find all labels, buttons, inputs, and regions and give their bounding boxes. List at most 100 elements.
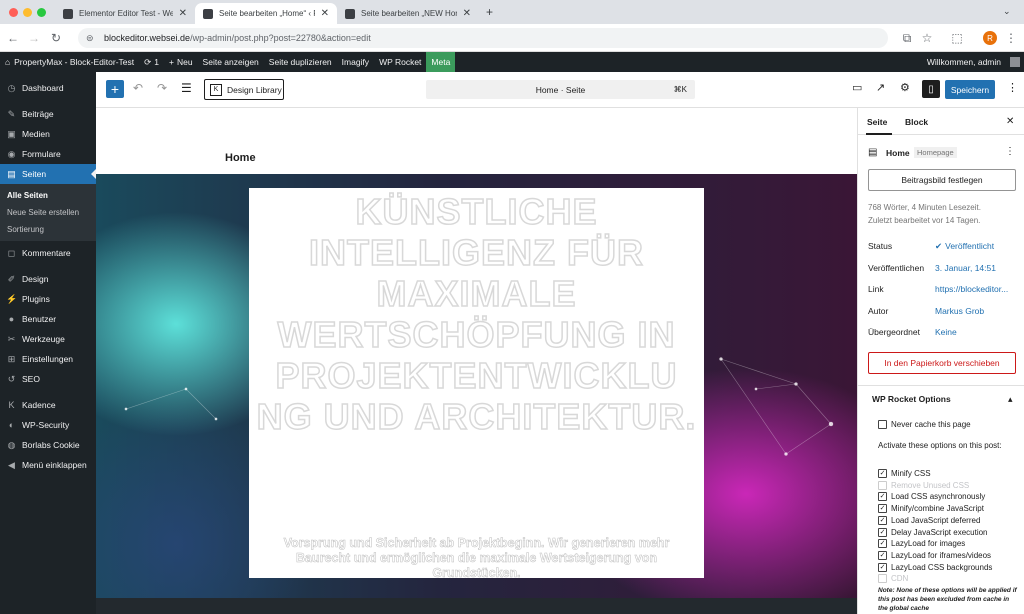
checkbox-icon xyxy=(878,574,887,584)
hero-headline[interactable]: KÜNSTLICHE INTELLIGENZ FÜR MAXIMALE WERT… xyxy=(256,190,697,438)
sidebar-item-seo[interactable]: ↺ SEO xyxy=(0,369,96,389)
sidebar-item-tools[interactable]: ✂ Werkzeuge xyxy=(0,329,96,349)
view-page-link[interactable]: Seite anzeigen xyxy=(198,52,264,72)
active-tab-underline xyxy=(866,133,892,135)
rocket-option-checkbox[interactable]: ✓ Minify CSS xyxy=(878,469,931,478)
imagify-link[interactable]: Imagify xyxy=(337,52,374,72)
command-palette-button[interactable]: Home · Seite ⌘K xyxy=(426,80,695,99)
status-value[interactable]: ✔ Veröffentlicht xyxy=(935,241,994,252)
never-cache-checkbox[interactable]: Never cache this page xyxy=(878,420,971,429)
media-icon: ▣ xyxy=(7,128,16,139)
sidebar-item-wp-security[interactable]: ◐ WP-Security xyxy=(0,415,96,435)
sidebar-item-plugins[interactable]: ⚡ Plugins xyxy=(0,289,96,309)
browser-tab-elementor[interactable]: Elementor Editor Test - Webs ✕ xyxy=(55,3,195,24)
parent-value[interactable]: Keine xyxy=(935,327,957,337)
trash-button[interactable]: In den Papierkorb verschieben xyxy=(868,352,1016,374)
block-inserter-button[interactable]: + xyxy=(106,80,124,98)
tab-list-icon[interactable]: ⌄ xyxy=(1003,6,1011,17)
performance-icon[interactable]: ⚙ xyxy=(900,81,910,94)
options-menu-icon[interactable]: ⋮ xyxy=(1007,81,1018,94)
rocket-option-checkbox[interactable]: ✓ LazyLoad for images xyxy=(878,539,965,549)
link-label: Link xyxy=(868,284,884,294)
collapse-menu-button[interactable]: ◀ Menü einklappen xyxy=(0,455,96,475)
sidebar-item-comments[interactable]: ◻ Kommentare xyxy=(0,243,96,263)
user-icon: ● xyxy=(8,314,15,324)
account-link[interactable]: Willkommen, admin xyxy=(922,52,1006,72)
meta-link[interactable]: Meta xyxy=(426,52,456,72)
sidebar-item-settings[interactable]: ⊞ Einstellungen xyxy=(0,349,96,369)
design-library-button[interactable]: K Design Library xyxy=(204,79,284,100)
bookmark-star-icon[interactable]: ☆ xyxy=(918,29,936,47)
rocket-option-checkbox[interactable]: ✓ Load CSS asynchronously xyxy=(878,492,985,502)
favicon-icon xyxy=(345,8,355,19)
sidebar-item-users[interactable]: ● Benutzer xyxy=(0,309,96,329)
reload-icon[interactable]: ↻ xyxy=(47,29,65,47)
sidebar-item-dashboard[interactable]: ◷ Dashboard xyxy=(0,78,96,98)
external-link-icon[interactable]: ↗ xyxy=(876,81,885,94)
save-button[interactable]: Speichern xyxy=(945,80,995,99)
permalink[interactable]: https://blockeditor... xyxy=(935,284,1008,294)
preview-device-icon[interactable]: ▭ xyxy=(852,81,862,94)
sidebar-item-pages[interactable]: ▤ Seiten xyxy=(0,164,96,184)
wp-rocket-link[interactable]: WP Rocket xyxy=(374,52,426,72)
submenu-new-page[interactable]: Neue Seite erstellen xyxy=(0,204,96,221)
sidebar-item-borlabs[interactable]: ◍ Borlabs Cookie xyxy=(0,435,96,455)
page-actions-icon[interactable]: ⋮ xyxy=(1005,146,1015,157)
submenu-sorting[interactable]: Sortierung xyxy=(0,221,96,238)
tab-close-icon[interactable]: ✕ xyxy=(179,8,187,19)
minimize-window-button[interactable] xyxy=(23,8,32,17)
settings-sidebar-toggle[interactable]: ▯ xyxy=(922,80,940,98)
translate-icon[interactable]: ⧉ xyxy=(898,29,916,47)
sidebar-item-kadence[interactable]: K Kadence xyxy=(0,395,96,415)
page-title[interactable]: Home xyxy=(225,152,256,164)
avatar[interactable] xyxy=(1010,57,1020,67)
site-info-icon[interactable]: ⊜ xyxy=(86,33,98,44)
rocket-option-checkbox[interactable]: ✓ LazyLoad CSS backgrounds xyxy=(878,562,992,572)
wp-rocket-options-title[interactable]: WP Rocket Options xyxy=(872,394,951,404)
sidebar-item-media[interactable]: ▣ Medien xyxy=(0,124,96,144)
document-overview-icon[interactable]: ☰ xyxy=(181,81,192,95)
publish-date[interactable]: 3. Januar, 14:51 xyxy=(935,263,996,273)
tab-page[interactable]: Seite xyxy=(867,108,887,135)
chevron-up-icon[interactable]: ▴ xyxy=(1008,394,1013,405)
close-icon[interactable]: ✕ xyxy=(1006,116,1014,127)
author-value[interactable]: Markus Grob xyxy=(935,306,984,316)
submenu-all-pages[interactable]: Alle Seiten xyxy=(0,187,96,204)
url-field[interactable]: ⊜ blockeditor.websei.de/wp-admin/post.ph… xyxy=(78,28,888,48)
rocket-option-checkbox[interactable]: ✓ Load JavaScript deferred xyxy=(878,515,980,525)
checkbox-icon xyxy=(878,480,887,490)
redo-icon[interactable]: ↷ xyxy=(157,81,167,95)
rocket-option-checkbox[interactable]: ✓ Minify/combine JavaScript xyxy=(878,504,984,514)
back-icon[interactable]: ← xyxy=(4,29,22,47)
tab-close-icon[interactable]: ✕ xyxy=(463,8,471,19)
homepage-badge: Homepage xyxy=(914,147,957,158)
featured-image-button[interactable]: Beitragsbild festlegen xyxy=(868,169,1016,191)
hero-subline[interactable]: Vorsprung und Sicherheit ab Projektbegin… xyxy=(274,536,679,581)
forward-icon[interactable]: → xyxy=(25,29,43,47)
tab-block[interactable]: Block xyxy=(905,108,928,135)
duplicate-page-link[interactable]: Seite duplizieren xyxy=(264,52,337,72)
site-home-link[interactable]: ⌂ PropertyMax - Block-Editor-Test xyxy=(0,52,139,72)
undo-icon[interactable]: ↶ xyxy=(133,81,143,95)
new-content-link[interactable]: + Neu xyxy=(164,52,198,72)
sidebar-item-forms[interactable]: ◉ Formulare xyxy=(0,144,96,164)
browser-tab-home[interactable]: Seite bearbeiten „Home“ ‹ Pr ✕ xyxy=(195,3,337,24)
new-tab-button[interactable]: + xyxy=(486,5,493,19)
browser-tab-new-home[interactable]: Seite bearbeiten „NEW Home ✕ xyxy=(337,3,479,24)
close-window-button[interactable] xyxy=(9,8,18,17)
rocket-option-checkbox[interactable]: ✓ LazyLoad for iframes/videos xyxy=(878,550,991,560)
extensions-icon[interactable]: ⬚ xyxy=(948,29,966,47)
publish-label: Veröffentlichen xyxy=(868,263,925,273)
browser-menu-icon[interactable]: ⋮ xyxy=(1002,29,1020,47)
tab-close-icon[interactable]: ✕ xyxy=(321,8,329,19)
rocket-option-checkbox[interactable]: ✓ Delay JavaScript execution xyxy=(878,527,988,537)
word-count: 768 Wörter, 4 Minuten Lesezeit. xyxy=(868,203,981,212)
sidebar-item-design[interactable]: ✐ Design xyxy=(0,269,96,289)
profile-avatar[interactable]: R xyxy=(983,31,997,45)
checkbox-icon xyxy=(878,420,887,429)
sidebar-item-posts[interactable]: ✎ Beiträge xyxy=(0,104,96,124)
zoom-window-button[interactable] xyxy=(37,8,46,17)
updates-link[interactable]: ⟳ 1 xyxy=(139,52,164,72)
settings-tabs: Seite Block ✕ xyxy=(858,108,1024,135)
wrench-icon: ✂ xyxy=(7,333,16,344)
